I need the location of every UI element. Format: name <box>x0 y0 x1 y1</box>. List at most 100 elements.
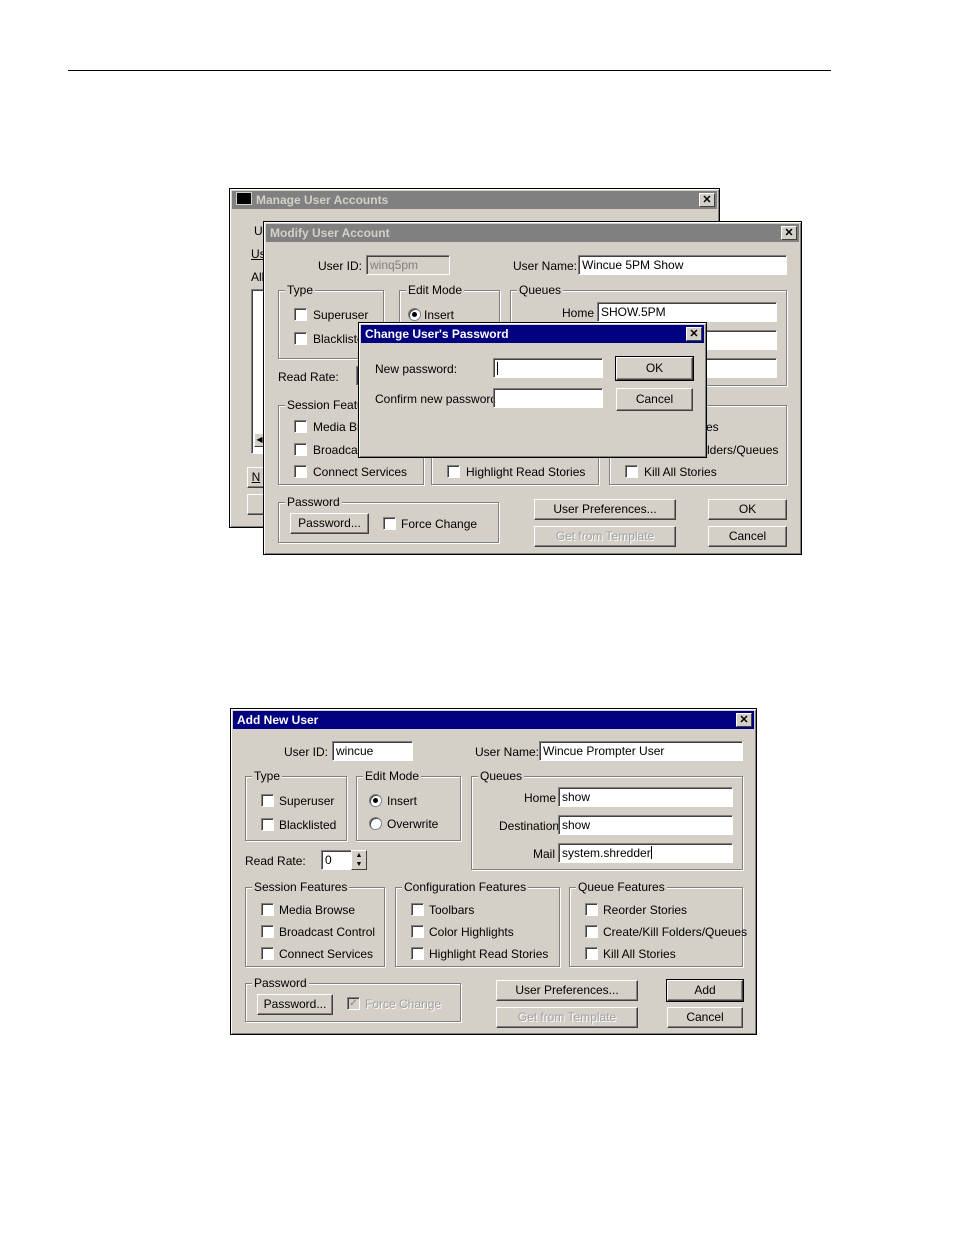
media-browse-checkbox[interactable] <box>261 903 274 916</box>
new-password-label: New password: <box>375 362 458 376</box>
broadcast-control-checkbox[interactable] <box>261 925 274 938</box>
force-change-checkbox: ✓ <box>347 997 360 1010</box>
user-name-field[interactable]: Wincue Prompter User <box>539 741 743 761</box>
change-password-dialog: Change User's Password ✕ New password: C… <box>358 322 707 458</box>
password-group: Password Password... ✓ Force Change <box>245 976 461 1022</box>
superuser-checkbox[interactable] <box>261 794 274 807</box>
blacklisted-checkbox[interactable] <box>294 332 307 345</box>
new-password-field[interactable] <box>493 358 603 378</box>
insert-label: Insert <box>387 794 418 808</box>
media-browse-checkbox[interactable] <box>294 420 307 433</box>
cancel-button[interactable]: Cancel <box>708 526 787 547</box>
get-from-template-button: Get from Template <box>496 1007 638 1028</box>
home-label: Home <box>562 306 595 320</box>
broadcast-control-label: Broadcast Control <box>279 925 376 939</box>
home-label: Home <box>524 791 557 805</box>
kill-all-checkbox[interactable] <box>625 465 638 478</box>
spin-up-icon[interactable]: ▲ <box>352 851 366 860</box>
kill-all-checkbox[interactable] <box>585 947 598 960</box>
cancel-button[interactable]: Cancel <box>616 388 693 411</box>
media-browse-label: Media Br <box>313 420 362 434</box>
spin-down-icon[interactable]: ▼ <box>352 860 366 869</box>
user-preferences-button[interactable]: User Preferences... <box>496 980 638 1001</box>
user-name-field[interactable]: Wincue 5PM Show <box>578 255 787 275</box>
queues-group: Queues Home show Destination show Mail s… <box>471 769 743 870</box>
destination-label: Destination <box>499 819 560 833</box>
home-field[interactable]: SHOW.5PM <box>597 302 777 322</box>
user-preferences-button[interactable]: User Preferences... <box>534 499 676 520</box>
change-password-title: Change User's Password <box>365 327 509 341</box>
password-button[interactable]: Password... <box>290 513 369 534</box>
queue-features-group: Queue Features Reorder Stories Create/Ki… <box>569 880 747 967</box>
broadcast-control-label: Broadcas <box>313 443 364 457</box>
type-group: Type Superuser Blacklisted <box>245 769 347 841</box>
superuser-label: Superuser <box>313 308 369 322</box>
modify-title-bar: Modify User Account ✕ <box>266 224 799 242</box>
connect-services-label: Connect Services <box>313 465 408 479</box>
force-change-checkbox[interactable] <box>383 517 396 530</box>
reorder-stories-label: Reorder Stories <box>603 903 688 917</box>
check-icon: ✓ <box>349 998 358 1009</box>
ok-button[interactable]: OK <box>708 499 787 520</box>
blacklisted-label: Blackliste <box>313 332 364 346</box>
close-icon[interactable]: ✕ <box>781 226 797 240</box>
force-change-label: Force Change <box>365 997 442 1011</box>
add-title-bar: Add New User ✕ <box>233 711 754 729</box>
get-from-template-button: Get from Template <box>534 526 676 547</box>
session-features-group: Session Features Media Browse Broadcast … <box>245 880 385 967</box>
user-id-label: User ID: <box>284 745 329 759</box>
app-icon <box>236 192 252 205</box>
add-new-user-window: Add New User ✕ User ID: wincue User Name… <box>230 708 757 1035</box>
toolbars-checkbox[interactable] <box>411 903 424 916</box>
confirm-password-field[interactable] <box>493 388 603 408</box>
ok-button[interactable]: OK <box>615 356 694 381</box>
close-icon[interactable]: ✕ <box>699 193 715 207</box>
blacklisted-checkbox[interactable] <box>261 818 274 831</box>
insert-radio[interactable] <box>408 308 421 321</box>
kill-all-label: Kill All Stories <box>603 947 676 961</box>
broadcast-control-checkbox[interactable] <box>294 443 307 456</box>
color-highlights-checkbox[interactable] <box>411 925 424 938</box>
close-icon[interactable]: ✕ <box>686 327 702 341</box>
blacklisted-label: Blacklisted <box>279 818 337 832</box>
manage-partial-u: U <box>254 224 263 238</box>
cancel-button[interactable]: Cancel <box>667 1007 743 1028</box>
connect-services-checkbox[interactable] <box>294 465 307 478</box>
mail-field-value: system.shredder <box>562 846 651 860</box>
manage-title: Manage User Accounts <box>256 193 389 207</box>
header-rule <box>68 70 831 71</box>
toolbars-label: Toolbars <box>429 903 475 917</box>
confirm-password-label: Confirm new password: <box>375 392 501 406</box>
overwrite-radio[interactable] <box>369 817 382 830</box>
kill-all-label: Kill All Stories <box>644 465 717 479</box>
highlight-read-label: Highlight Read Stories <box>466 465 586 479</box>
queue-partial-label-1: es <box>706 420 719 434</box>
color-highlights-label: Color Highlights <box>429 925 514 939</box>
reorder-stories-checkbox[interactable] <box>585 903 598 916</box>
add-button[interactable]: Add <box>666 979 744 1002</box>
user-id-field[interactable]: wincue <box>332 741 413 761</box>
home-field[interactable]: show <box>558 787 733 807</box>
close-icon[interactable]: ✕ <box>736 713 752 727</box>
mail-field[interactable]: system.shredder <box>558 843 733 863</box>
force-change-label: Force Change <box>401 517 478 531</box>
read-rate-label: Read Rate: <box>245 854 306 868</box>
connect-services-checkbox[interactable] <box>261 947 274 960</box>
insert-label: Insert <box>424 308 455 322</box>
user-id-field: winq5pm <box>366 255 450 275</box>
insert-radio[interactable] <box>369 794 382 807</box>
password-button[interactable]: Password... <box>257 994 333 1015</box>
text-caret <box>650 846 652 859</box>
overwrite-label: Overwrite <box>387 817 439 831</box>
highlight-read-checkbox[interactable] <box>411 947 424 960</box>
destination-field[interactable]: show <box>558 815 733 835</box>
add-title: Add New User <box>237 713 319 727</box>
media-browse-label: Media Browse <box>279 903 356 917</box>
queue-partial-label-2: lders/Queues <box>707 443 779 457</box>
highlight-read-checkbox[interactable] <box>447 465 460 478</box>
user-name-label: User Name: <box>513 259 578 273</box>
read-rate-field[interactable]: 0 <box>321 850 352 870</box>
superuser-checkbox[interactable] <box>294 308 307 321</box>
create-kill-checkbox[interactable] <box>585 925 598 938</box>
read-rate-spinner[interactable]: ▲ ▼ <box>351 850 367 870</box>
